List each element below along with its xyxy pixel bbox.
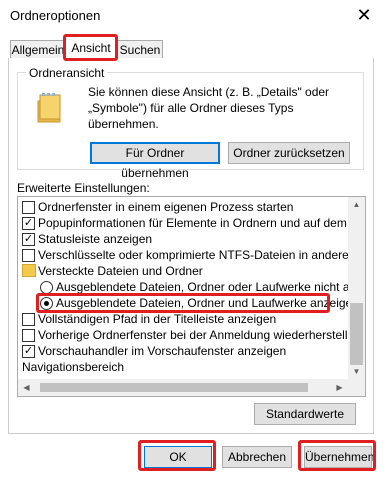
highlight-tab-ansicht <box>63 34 118 61</box>
defaults-button[interactable]: Standardwerte <box>254 403 356 425</box>
checkbox-icon[interactable] <box>22 313 35 326</box>
scroll-up-icon[interactable]: ▲ <box>348 200 365 209</box>
advanced-settings-label: Erweiterte Einstellungen: <box>17 181 150 195</box>
highlight-show-hidden <box>36 293 330 313</box>
advanced-settings-list[interactable]: Ordnerfenster in einem eigenen Prozess s… <box>17 196 366 397</box>
reset-folders-button[interactable]: Ordner zurücksetzen <box>228 142 350 164</box>
scroll-right-icon[interactable]: ▶ <box>331 383 348 392</box>
highlight-apply <box>298 440 376 471</box>
folder-view-description: Sie können diese Ansicht (z. B. „Details… <box>88 85 330 131</box>
folder-small-icon <box>22 264 36 277</box>
checkbox-icon[interactable] <box>22 329 35 342</box>
checkbox-checked-icon[interactable]: ✓ <box>22 217 35 230</box>
tab-allgemein[interactable]: Allgemein <box>10 40 66 59</box>
vertical-scroll-thumb[interactable] <box>350 303 363 365</box>
horizontal-scroll-thumb[interactable] <box>40 383 308 392</box>
apply-to-folders-button[interactable]: Für Ordner übernehmen <box>90 142 220 180</box>
close-icon[interactable]: ✕ <box>352 3 376 27</box>
vertical-scrollbar[interactable]: ▲ ▼ <box>348 197 365 379</box>
folder-icon <box>36 92 64 127</box>
cancel-button[interactable]: Abbrechen <box>222 446 292 468</box>
checkbox-icon[interactable] <box>22 249 35 262</box>
horizontal-scrollbar[interactable]: ◀ ▶ <box>18 379 348 396</box>
highlight-ok <box>138 440 216 471</box>
scroll-corner <box>348 379 365 396</box>
checkbox-icon[interactable] <box>22 201 35 214</box>
tab-suchen[interactable]: Suchen <box>117 40 163 59</box>
folder-view-label: Ordneransicht <box>26 66 108 80</box>
checkbox-checked-icon[interactable]: ✓ <box>22 345 35 358</box>
window-title: Ordneroptionen <box>10 8 101 23</box>
scroll-down-icon[interactable]: ▼ <box>348 367 365 376</box>
scroll-left-icon[interactable]: ◀ <box>18 383 35 392</box>
checkbox-checked-icon[interactable]: ✓ <box>22 233 35 246</box>
